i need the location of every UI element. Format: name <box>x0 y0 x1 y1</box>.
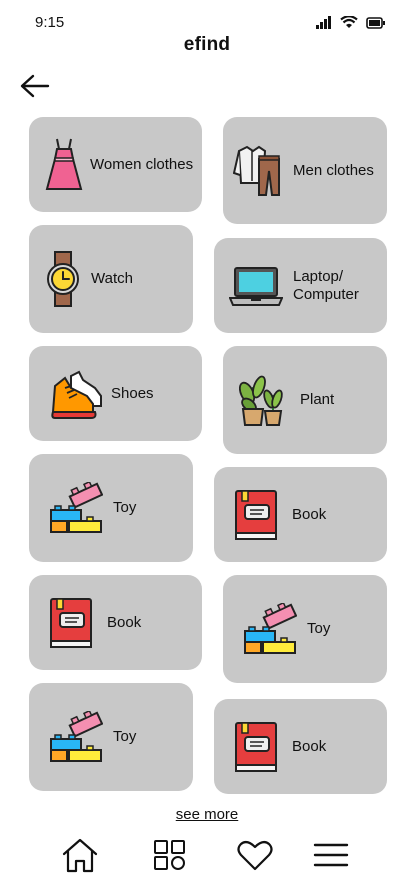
toy-blocks-icon <box>244 603 297 654</box>
back-button[interactable] <box>18 72 52 100</box>
category-card-toy[interactable]: Toy <box>223 575 387 683</box>
nav-categories[interactable] <box>148 834 192 876</box>
nav-favorites[interactable] <box>233 834 277 876</box>
category-card-plant[interactable]: Plant <box>223 346 387 454</box>
plant-icon <box>239 375 283 426</box>
category-label: Toy <box>113 499 137 516</box>
book-icon <box>235 489 277 540</box>
category-label: Toy <box>307 620 331 637</box>
bottom-nav <box>0 830 414 880</box>
nav-home[interactable] <box>58 834 102 876</box>
category-label: Toy <box>113 728 137 745</box>
see-more-link[interactable]: see more <box>0 806 414 823</box>
category-label: Shoes <box>111 384 154 402</box>
toy-blocks-icon <box>50 711 103 762</box>
category-card-men-clothes[interactable]: Men clothes <box>223 117 387 224</box>
shoes-icon <box>51 370 102 419</box>
signal-icon <box>316 16 331 29</box>
battery-icon <box>366 17 385 29</box>
arrow-left-icon <box>20 74 50 98</box>
status-time: 9:15 <box>35 14 65 31</box>
toy-blocks-icon <box>50 482 103 533</box>
book-icon <box>235 721 277 772</box>
category-card-watch[interactable]: Watch <box>29 225 193 333</box>
category-card-book[interactable]: Book <box>214 699 387 794</box>
category-label: Men clothes <box>293 161 374 179</box>
categories-grid-icon <box>154 840 185 870</box>
category-card-laptop[interactable]: Laptop/ Computer <box>214 238 387 333</box>
laptop-icon <box>229 266 283 306</box>
home-icon <box>62 838 98 873</box>
menu-icon <box>313 843 349 867</box>
category-label: Laptop/ Computer <box>293 267 359 303</box>
category-card-toy[interactable]: Toy <box>29 683 193 791</box>
wifi-icon <box>340 16 358 28</box>
status-icons <box>316 16 386 29</box>
category-label: Book <box>107 613 142 631</box>
nav-menu[interactable] <box>309 834 353 876</box>
category-label: Women clothes <box>90 155 194 173</box>
book-icon <box>50 597 92 648</box>
category-label: Book <box>292 737 327 755</box>
category-card-book[interactable]: Book <box>214 467 387 562</box>
watch-icon <box>47 251 79 307</box>
category-label: Watch <box>91 270 133 287</box>
category-label: Plant <box>300 391 335 408</box>
category-card-shoes[interactable]: Shoes <box>29 346 202 441</box>
category-card-toy[interactable]: Toy <box>29 454 193 562</box>
dress-icon <box>45 138 83 190</box>
category-card-book[interactable]: Book <box>29 575 202 670</box>
category-card-women-clothes[interactable]: Women clothes <box>29 117 202 212</box>
category-label: Book <box>292 505 327 523</box>
app-title: efind <box>183 34 231 55</box>
shirt-pants-icon <box>233 145 280 196</box>
heart-icon <box>237 840 273 871</box>
